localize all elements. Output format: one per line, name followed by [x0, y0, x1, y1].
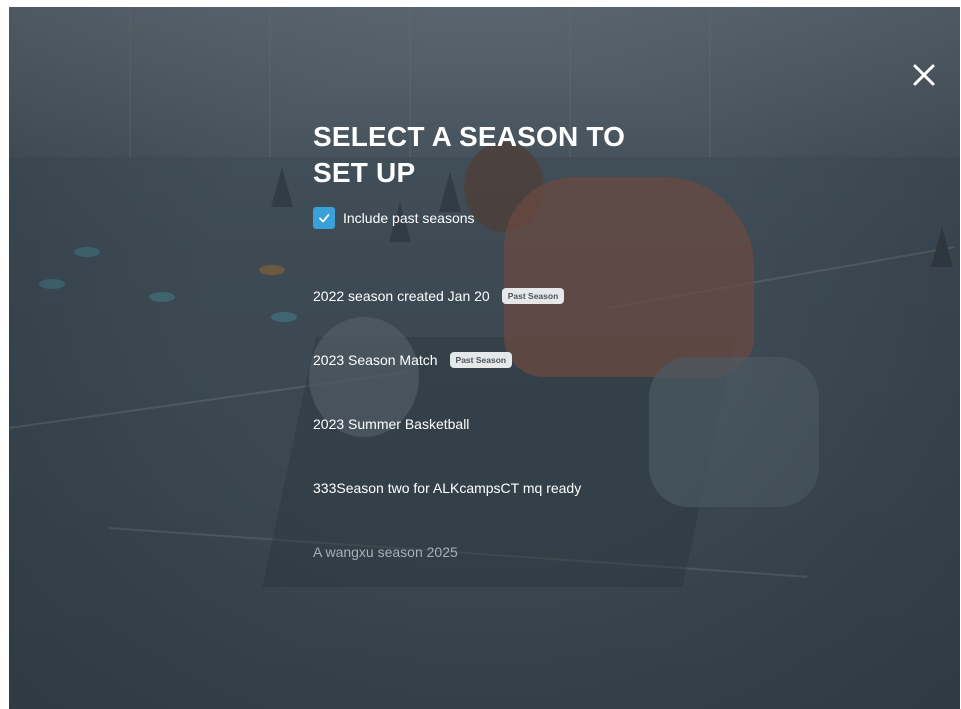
season-name: A wangxu season 2025 [313, 544, 458, 560]
season-name: 333Season two for ALKcampsCT mq ready [313, 480, 582, 496]
include-past-seasons-toggle[interactable]: Include past seasons [313, 206, 733, 230]
season-item[interactable]: 333Season two for ALKcampsCT mq ready [313, 477, 733, 499]
season-item[interactable]: A wangxu season 2025 [313, 541, 733, 563]
past-season-badge: Past Season [449, 352, 513, 368]
page-title: SELECT A SEASON TO SET UP [313, 121, 626, 188]
season-name: 2023 Summer Basketball [313, 416, 470, 432]
season-select-panel: SELECT A SEASON TO SET UP Include past s… [313, 119, 733, 605]
season-item[interactable]: 2022 season created Jan 20 Past Season [313, 285, 733, 307]
checkmark-icon [319, 214, 330, 223]
season-item[interactable]: 2023 Summer Basketball [313, 413, 733, 435]
season-item[interactable]: 2023 Season Match Past Season [313, 349, 733, 371]
season-name: 2022 season created Jan 20 [313, 288, 490, 304]
include-past-seasons-checkbox[interactable] [313, 207, 335, 229]
include-past-seasons-label: Include past seasons [343, 210, 475, 226]
close-icon [913, 64, 935, 86]
close-button[interactable] [908, 59, 940, 91]
season-name: 2023 Season Match [313, 352, 438, 368]
season-select-overlay: SELECT A SEASON TO SET UP Include past s… [9, 7, 960, 709]
past-season-badge: Past Season [501, 288, 565, 304]
season-list: 2022 season created Jan 20 Past Season 2… [313, 285, 733, 563]
